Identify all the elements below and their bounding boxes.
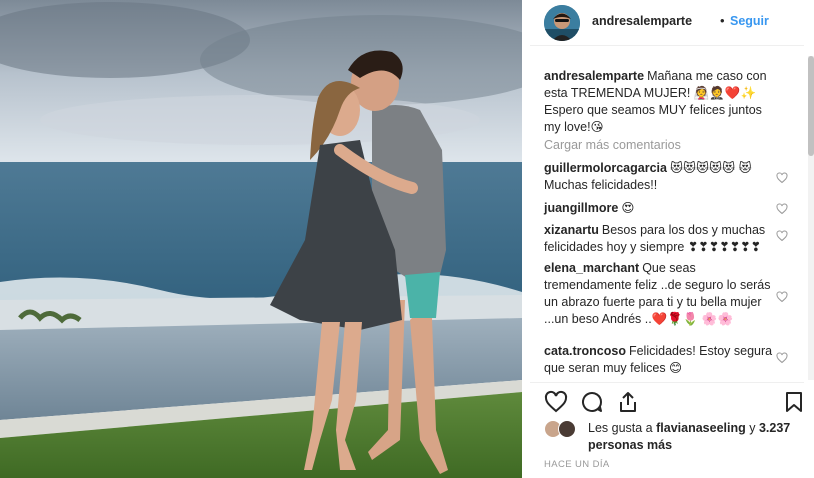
post-side-panel: andresalemparte • Seguir andresalemparte… — [530, 0, 814, 478]
follow-button[interactable]: Seguir — [730, 14, 769, 28]
comment-item: guillermolorcagarcia 😻😻😻😻😻 😻Muchas felici… — [544, 160, 774, 194]
caption-username[interactable]: andresalemparte — [544, 69, 644, 83]
avatar-image — [544, 5, 580, 41]
load-more-comments-button[interactable]: Cargar más comentarios — [544, 138, 681, 152]
comment-like-heart-icon[interactable] — [776, 203, 788, 215]
post-photo[interactable] — [0, 0, 522, 478]
comment-icon[interactable] — [580, 390, 604, 414]
comment-username[interactable]: juangillmore — [544, 201, 618, 215]
comment-username[interactable]: guillermolorcagarcia — [544, 161, 667, 175]
likes-prefix: Les gusta a — [588, 421, 653, 435]
caption: andresalemparte Mañana me caso con esta T… — [544, 68, 774, 136]
bookmark-icon[interactable] — [782, 390, 806, 414]
likes-text: Les gusta a flavianaseeling y 3.237 pers… — [588, 420, 798, 454]
heart-icon[interactable] — [544, 390, 568, 414]
comments-list[interactable]: andresalemparte Mañana me caso con esta T… — [530, 60, 804, 380]
comment-item: juangillmore 😍 — [544, 200, 774, 217]
instagram-post: andresalemparte • Seguir andresalemparte… — [0, 0, 814, 478]
comment-like-heart-icon[interactable] — [776, 230, 788, 242]
author-avatar[interactable] — [544, 5, 580, 41]
post-header: andresalemparte • Seguir — [530, 0, 804, 46]
likes-joiner: y — [749, 421, 756, 435]
liker-username[interactable]: flavianaseeling — [656, 421, 746, 435]
header-separator: • — [720, 13, 725, 28]
comment-username[interactable]: elena_marchant — [544, 261, 639, 275]
comment-text: 😍 — [621, 201, 635, 215]
comment-username[interactable]: cata.troncoso — [544, 344, 626, 358]
comments-scrollbar-thumb[interactable] — [808, 56, 814, 156]
comment-item: cata.troncoso Felicidades! Estoy segura q… — [544, 343, 774, 377]
couple-photo-illustration — [0, 0, 522, 478]
share-icon[interactable] — [616, 390, 640, 414]
post-actions: Les gusta a flavianaseeling y 3.237 pers… — [530, 382, 804, 478]
comment-item: xizanartu Besos para los dos y muchas fel… — [544, 222, 774, 256]
comment-username[interactable]: xizanartu — [544, 223, 599, 237]
liker-avatar[interactable] — [558, 420, 576, 438]
comment-like-heart-icon[interactable] — [776, 172, 788, 184]
post-timestamp[interactable]: HACE UN DÍA — [544, 459, 610, 470]
comment-like-heart-icon[interactable] — [776, 291, 788, 303]
comment-item: elena_marchant Que seas tremendamente fel… — [544, 260, 774, 328]
comment-like-heart-icon[interactable] — [776, 352, 788, 364]
author-username[interactable]: andresalemparte — [592, 14, 692, 28]
